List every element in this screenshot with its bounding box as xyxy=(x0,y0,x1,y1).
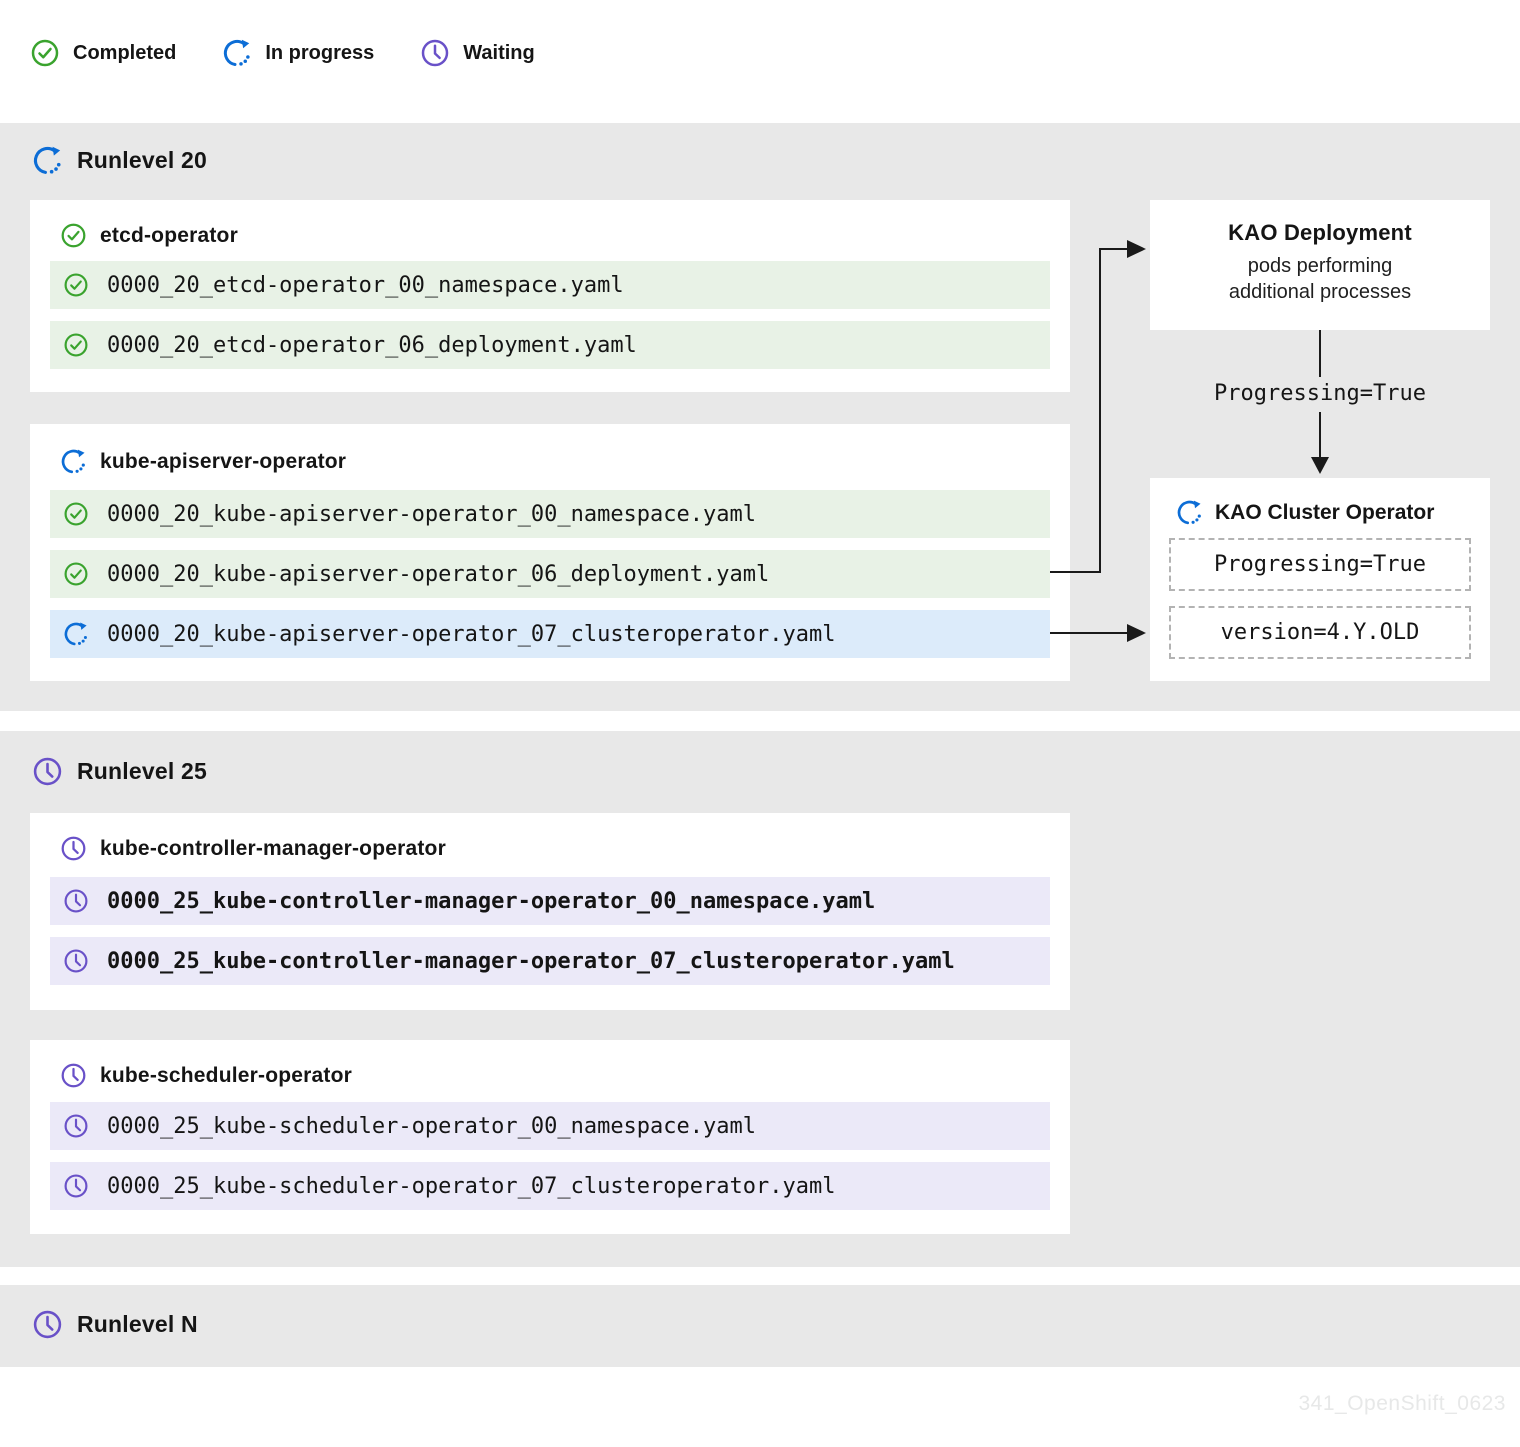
sync-progress-icon xyxy=(1176,499,1203,526)
kao-deployment-subtitle: pods performing additional processes xyxy=(1214,253,1426,305)
condition-version: version=4.Y.OLD xyxy=(1169,606,1471,659)
runlevel-20-title: Runlevel 20 xyxy=(77,147,207,174)
yaml-row-label: 0000_20_kube-apiserver-operator_00_names… xyxy=(107,502,756,527)
etcd-operator-title: etcd-operator xyxy=(100,224,238,248)
connector-deployment-h1 xyxy=(1050,571,1101,573)
kao-cluster-operator-title: KAO Cluster Operator xyxy=(1215,501,1434,525)
check-circle-icon xyxy=(63,332,89,358)
sync-progress-icon xyxy=(32,145,63,176)
yaml-row: 0000_25_kube-controller-manager-operator… xyxy=(50,877,1050,925)
flow-line-down-top xyxy=(1319,330,1321,377)
kube-scheduler-operator-header: kube-scheduler-operator xyxy=(60,1062,352,1089)
yaml-row-label: 0000_20_etcd-operator_00_namespace.yaml xyxy=(107,273,624,298)
check-circle-icon xyxy=(63,272,89,298)
arrowhead-right-icon xyxy=(1127,624,1146,642)
yaml-row-label: 0000_25_kube-scheduler-operator_07_clust… xyxy=(107,1174,835,1199)
clock-icon xyxy=(63,1113,89,1139)
connector-deployment-v xyxy=(1099,248,1101,573)
legend-in-progress-label: In progress xyxy=(265,42,374,65)
runlevel-25-title: Runlevel 25 xyxy=(77,758,207,785)
legend-item-in-progress: In progress xyxy=(222,38,374,68)
yaml-row-label: 0000_25_kube-controller-manager-operator… xyxy=(107,949,955,974)
yaml-row: 0000_25_kube-scheduler-operator_00_names… xyxy=(50,1102,1050,1150)
check-circle-icon xyxy=(63,561,89,587)
progressing-flow-label: Progressing=True xyxy=(1150,381,1490,406)
kube-apiserver-operator-header: kube-apiserver-operator xyxy=(60,448,346,475)
card-kube-controller-manager-operator: kube-controller-manager-operator 0000_25… xyxy=(30,813,1070,1010)
clock-icon xyxy=(420,38,450,68)
kube-apiserver-operator-title: kube-apiserver-operator xyxy=(100,450,346,474)
yaml-row: 0000_20_kube-apiserver-operator_00_names… xyxy=(50,490,1050,538)
clock-icon xyxy=(63,948,89,974)
arrowhead-down-icon xyxy=(1311,457,1329,474)
yaml-row: 0000_20_etcd-operator_00_namespace.yaml xyxy=(50,261,1050,309)
runlevel-n-heading: Runlevel N xyxy=(32,1309,198,1340)
yaml-row-label: 0000_20_kube-apiserver-operator_07_clust… xyxy=(107,622,835,647)
kao-cluster-operator-box: KAO Cluster Operator Progressing=True ve… xyxy=(1150,478,1490,681)
yaml-row-label: 0000_20_etcd-operator_06_deployment.yaml xyxy=(107,333,637,358)
yaml-row: 0000_25_kube-controller-manager-operator… xyxy=(50,937,1050,985)
legend-completed-label: Completed xyxy=(73,42,176,65)
kao-deployment-box: KAO Deployment pods performing additiona… xyxy=(1150,200,1490,330)
clock-icon xyxy=(60,1062,87,1089)
card-kube-apiserver-operator: kube-apiserver-operator 0000_20_kube-api… xyxy=(30,424,1070,681)
legend-item-waiting: Waiting xyxy=(420,38,534,68)
watermark: 341_OpenShift_0623 xyxy=(1298,1392,1506,1416)
check-circle-icon xyxy=(60,222,87,249)
section-runlevel-25: Runlevel 25 kube-controller-manager-oper… xyxy=(0,731,1520,1267)
etcd-operator-header: etcd-operator xyxy=(60,222,238,249)
clock-icon xyxy=(63,888,89,914)
section-runlevel-n: Runlevel N xyxy=(0,1285,1520,1367)
yaml-row-label: 0000_20_kube-apiserver-operator_06_deplo… xyxy=(107,562,769,587)
flow-line-down-bottom xyxy=(1319,412,1321,458)
clock-icon xyxy=(32,1309,63,1340)
card-kube-scheduler-operator: kube-scheduler-operator 0000_25_kube-sch… xyxy=(30,1040,1070,1234)
check-circle-icon xyxy=(63,501,89,527)
yaml-row: 0000_20_kube-apiserver-operator_06_deplo… xyxy=(50,550,1050,598)
kao-cluster-operator-header: KAO Cluster Operator xyxy=(1176,499,1434,526)
kube-scheduler-operator-title: kube-scheduler-operator xyxy=(100,1064,352,1088)
check-circle-icon xyxy=(30,38,60,68)
runlevel-20-heading: Runlevel 20 xyxy=(32,145,207,176)
yaml-row: 0000_20_etcd-operator_06_deployment.yaml xyxy=(50,321,1050,369)
condition-progressing: Progressing=True xyxy=(1169,538,1471,591)
connector-deployment-h2 xyxy=(1099,248,1129,250)
clock-icon xyxy=(63,1173,89,1199)
yaml-row: 0000_20_kube-apiserver-operator_07_clust… xyxy=(50,610,1050,658)
clock-icon xyxy=(32,756,63,787)
legend-item-completed: Completed xyxy=(30,38,176,68)
kube-controller-manager-operator-header: kube-controller-manager-operator xyxy=(60,835,446,862)
arrowhead-right-icon xyxy=(1127,240,1146,258)
sync-progress-icon xyxy=(60,448,87,475)
yaml-row: 0000_25_kube-scheduler-operator_07_clust… xyxy=(50,1162,1050,1210)
runlevel-n-title: Runlevel N xyxy=(77,1311,198,1338)
legend-waiting-label: Waiting xyxy=(463,42,534,65)
legend: Completed In progress Waiting xyxy=(30,38,535,68)
yaml-row-label: 0000_25_kube-controller-manager-operator… xyxy=(107,889,875,914)
connector-clusteroperator-h xyxy=(1050,632,1128,634)
yaml-row-label: 0000_25_kube-scheduler-operator_00_names… xyxy=(107,1114,756,1139)
kube-controller-manager-operator-title: kube-controller-manager-operator xyxy=(100,837,446,861)
clock-icon xyxy=(60,835,87,862)
sync-progress-icon xyxy=(63,621,89,647)
kao-deployment-title: KAO Deployment xyxy=(1150,220,1490,246)
sync-progress-icon xyxy=(222,38,252,68)
card-etcd-operator: etcd-operator 0000_20_etcd-operator_00_n… xyxy=(30,200,1070,392)
runlevel-25-heading: Runlevel 25 xyxy=(32,756,207,787)
